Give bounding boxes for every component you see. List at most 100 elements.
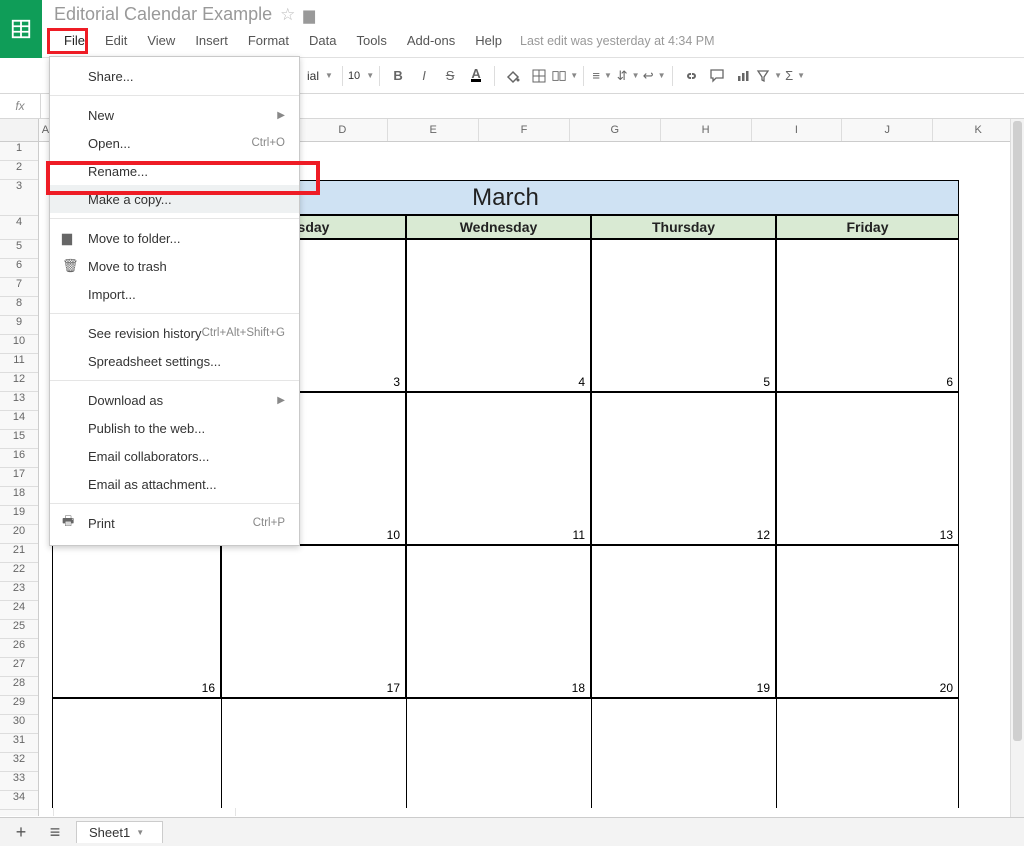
- menu-item-import[interactable]: Import...: [50, 280, 299, 308]
- row-header[interactable]: 16: [0, 449, 38, 468]
- row-header[interactable]: 29: [0, 696, 38, 715]
- row-header[interactable]: 17: [0, 468, 38, 487]
- h-align-button[interactable]: ≡▼: [589, 63, 615, 89]
- menu-item-move-trash[interactable]: 🗑Move to trash: [50, 252, 299, 280]
- row-header[interactable]: 8: [0, 297, 38, 316]
- star-icon[interactable]: ☆: [280, 5, 295, 25]
- row-header[interactable]: 14: [0, 411, 38, 430]
- calendar-cell[interactable]: 6: [776, 239, 959, 392]
- calendar-cell[interactable]: 5: [591, 239, 776, 392]
- row-header[interactable]: 28: [0, 677, 38, 696]
- menu-item-rename[interactable]: Rename...: [50, 157, 299, 185]
- menu-insert[interactable]: Insert: [185, 31, 238, 50]
- menu-item-print[interactable]: 🖶PrintCtrl+P: [50, 509, 299, 537]
- row-header[interactable]: 27: [0, 658, 38, 677]
- menu-item-publish[interactable]: Publish to the web...: [50, 414, 299, 442]
- folder-icon[interactable]: ▆: [303, 6, 315, 24]
- row-header[interactable]: 25: [0, 620, 38, 639]
- row-header[interactable]: 10: [0, 335, 38, 354]
- col-header[interactable]: H: [661, 119, 752, 141]
- strikethrough-button[interactable]: S: [437, 63, 463, 89]
- menu-item-revision-history[interactable]: See revision historyCtrl+Alt+Shift+G: [50, 319, 299, 347]
- row-header[interactable]: 22: [0, 563, 38, 582]
- vertical-scrollbar[interactable]: [1010, 119, 1024, 817]
- add-sheet-button[interactable]: +: [8, 821, 34, 843]
- calendar-cell[interactable]: 17: [221, 545, 406, 698]
- row-header[interactable]: 1: [0, 142, 38, 161]
- menu-item-download-as[interactable]: Download as▶: [50, 386, 299, 414]
- row-header[interactable]: 4: [0, 216, 38, 240]
- italic-button[interactable]: I: [411, 63, 437, 89]
- menu-tools[interactable]: Tools: [346, 31, 396, 50]
- calendar-cell[interactable]: 4: [406, 239, 591, 392]
- col-header[interactable]: E: [388, 119, 479, 141]
- row-header[interactable]: 26: [0, 639, 38, 658]
- row-header[interactable]: 9: [0, 316, 38, 335]
- row-header[interactable]: 13: [0, 392, 38, 411]
- row-header[interactable]: 32: [0, 753, 38, 772]
- calendar-day-header[interactable]: Friday: [776, 215, 959, 239]
- row-header[interactable]: 33: [0, 772, 38, 791]
- calendar-cell[interactable]: 20: [776, 545, 959, 698]
- calendar-cell[interactable]: 19: [591, 545, 776, 698]
- font-family-select[interactable]: ial ▼: [303, 69, 337, 83]
- all-sheets-button[interactable]: ≡: [42, 821, 68, 843]
- functions-button[interactable]: Σ▼: [782, 63, 808, 89]
- select-all-corner[interactable]: [0, 119, 39, 141]
- font-size-select[interactable]: 10 ▼: [348, 70, 374, 82]
- row-header[interactable]: 5: [0, 240, 38, 259]
- row-header[interactable]: 11: [0, 354, 38, 373]
- calendar-cell[interactable]: 18: [406, 545, 591, 698]
- fill-color-button[interactable]: [500, 63, 526, 89]
- merge-cells-button[interactable]: ▼: [552, 63, 578, 89]
- row-header[interactable]: 7: [0, 278, 38, 297]
- menu-format[interactable]: Format: [238, 31, 299, 50]
- menu-item-move-folder[interactable]: ▆Move to folder...: [50, 224, 299, 252]
- sheet-tab[interactable]: Sheet1 ▼: [76, 821, 163, 843]
- row-header[interactable]: 18: [0, 487, 38, 506]
- row-header[interactable]: 6: [0, 259, 38, 278]
- col-header[interactable]: G: [570, 119, 661, 141]
- row-header[interactable]: 30: [0, 715, 38, 734]
- calendar-cell[interactable]: 12: [591, 392, 776, 545]
- scrollbar-thumb[interactable]: [1013, 121, 1022, 741]
- menu-item-spreadsheet-settings[interactable]: Spreadsheet settings...: [50, 347, 299, 375]
- calendar-cell[interactable]: 16: [52, 545, 221, 698]
- calendar-day-header[interactable]: Thursday: [591, 215, 776, 239]
- menu-view[interactable]: View: [137, 31, 185, 50]
- menu-edit[interactable]: Edit: [95, 31, 137, 50]
- row-header[interactable]: 2: [0, 161, 38, 180]
- chart-button[interactable]: [730, 63, 756, 89]
- row-header[interactable]: 19: [0, 506, 38, 525]
- col-header[interactable]: J: [842, 119, 933, 141]
- menu-data[interactable]: Data: [299, 31, 346, 50]
- row-header[interactable]: 20: [0, 525, 38, 544]
- link-button[interactable]: [678, 63, 704, 89]
- v-align-button[interactable]: ⇵▼: [615, 63, 641, 89]
- col-header[interactable]: D: [297, 119, 388, 141]
- menu-item-make-copy[interactable]: Make a copy...: [50, 185, 299, 213]
- app-icon-sheets[interactable]: [0, 0, 42, 58]
- doc-title[interactable]: Editorial Calendar Example: [54, 4, 272, 25]
- menu-addons[interactable]: Add-ons: [397, 31, 465, 50]
- row-header[interactable]: 3: [0, 180, 38, 216]
- comment-button[interactable]: [704, 63, 730, 89]
- row-header[interactable]: 21: [0, 544, 38, 563]
- calendar-cell[interactable]: 11: [406, 392, 591, 545]
- col-header[interactable]: F: [479, 119, 570, 141]
- borders-button[interactable]: [526, 63, 552, 89]
- calendar-cell[interactable]: 13: [776, 392, 959, 545]
- menu-item-email-attachment[interactable]: Email as attachment...: [50, 470, 299, 498]
- filter-button[interactable]: ▼: [756, 63, 782, 89]
- menu-item-share[interactable]: Share...: [50, 62, 299, 90]
- row-header[interactable]: 23: [0, 582, 38, 601]
- row-header[interactable]: 24: [0, 601, 38, 620]
- row-header[interactable]: 12: [0, 373, 38, 392]
- menu-item-email-collaborators[interactable]: Email collaborators...: [50, 442, 299, 470]
- wrap-button[interactable]: ↩▼: [641, 63, 667, 89]
- row-header[interactable]: 31: [0, 734, 38, 753]
- text-color-button[interactable]: A: [463, 63, 489, 89]
- menu-item-new[interactable]: New▶: [50, 101, 299, 129]
- calendar-cell[interactable]: [52, 698, 959, 808]
- menu-file[interactable]: File: [54, 31, 95, 50]
